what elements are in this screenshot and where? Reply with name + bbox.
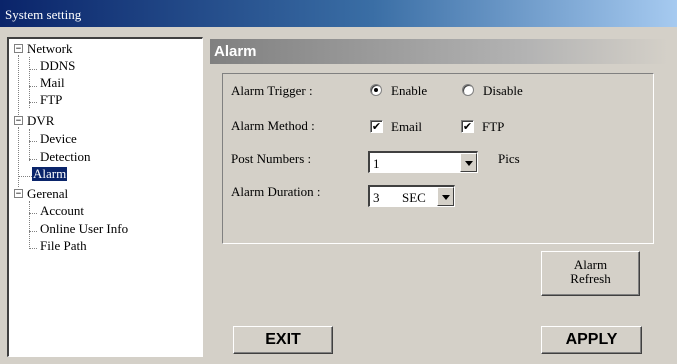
- tree-connector: [29, 57, 30, 108]
- tree-item-general[interactable]: Gerenal: [27, 187, 68, 201]
- tree-item-device[interactable]: Device: [40, 132, 77, 146]
- exit-button[interactable]: EXIT: [233, 326, 333, 354]
- post-numbers-select[interactable]: 1: [368, 151, 478, 173]
- tree-item-mail[interactable]: Mail: [40, 76, 65, 90]
- tree-connector: [29, 69, 37, 70]
- ftp-checkbox[interactable]: ✔: [461, 120, 474, 133]
- collapse-dvr-icon[interactable]: −: [14, 116, 23, 126]
- tree-item-detection[interactable]: Detection: [40, 150, 91, 164]
- tree-connector: [18, 176, 32, 177]
- alarm-refresh-label-line1: Alarm: [573, 257, 608, 272]
- alarm-method-label: Alarm Method :: [231, 118, 315, 133]
- post-numbers-unit: Pics: [498, 151, 520, 166]
- alarm-duration-value: 3: [373, 190, 380, 205]
- collapse-general-icon[interactable]: −: [14, 189, 23, 199]
- tree-item-account[interactable]: Account: [40, 204, 84, 218]
- ftp-checkbox-label[interactable]: FTP: [482, 119, 504, 135]
- window-title-bar: System setting: [0, 0, 677, 27]
- settings-tree[interactable]: − Network DDNS Mail FTP − DVR Device Det…: [7, 37, 203, 357]
- tree-item-ftp[interactable]: FTP: [40, 93, 62, 107]
- panel-header: Alarm: [210, 39, 668, 64]
- alarm-trigger-enable-label[interactable]: Enable: [391, 83, 427, 99]
- apply-button[interactable]: APPLY: [541, 326, 642, 354]
- tree-connector: [29, 248, 37, 249]
- alarm-trigger-label: Alarm Trigger :: [231, 83, 313, 98]
- alarm-refresh-button[interactable]: Alarm Refresh: [541, 251, 640, 296]
- tree-connector: [29, 213, 37, 214]
- email-checkbox-label[interactable]: Email: [391, 119, 422, 135]
- post-numbers-label: Post Numbers :: [231, 151, 312, 166]
- alarm-settings-group: Alarm Trigger : Enable Disable Alarm Met…: [222, 73, 654, 244]
- tree-item-dvr[interactable]: DVR: [27, 114, 54, 128]
- tree-item-ddns[interactable]: DDNS: [40, 59, 75, 73]
- tree-item-alarm[interactable]: Alarm: [32, 167, 68, 181]
- alarm-trigger-disable-label[interactable]: Disable: [483, 83, 523, 99]
- alarm-duration-select[interactable]: 3 SEC: [368, 185, 455, 207]
- tree-connector: [29, 201, 30, 249]
- alarm-trigger-disable-radio[interactable]: [462, 84, 474, 96]
- tree-connector: [29, 129, 30, 161]
- tree-connector: [18, 55, 19, 117]
- window-title: System setting: [5, 7, 82, 22]
- dropdown-arrow-icon[interactable]: [460, 153, 477, 172]
- alarm-trigger-enable-radio[interactable]: [370, 84, 382, 96]
- tree-connector: [29, 102, 37, 103]
- tree-connector: [29, 86, 37, 87]
- alarm-duration-unit: SEC: [402, 190, 426, 205]
- dropdown-arrow-icon[interactable]: [437, 187, 454, 206]
- collapse-network-icon[interactable]: −: [14, 44, 23, 54]
- tree-item-file-path[interactable]: File Path: [40, 239, 87, 253]
- post-numbers-value: 1: [373, 156, 380, 171]
- tree-connector: [29, 231, 37, 232]
- alarm-refresh-label-line2: Refresh: [570, 271, 611, 286]
- panel-title: Alarm: [214, 43, 257, 60]
- alarm-duration-label: Alarm Duration :: [231, 184, 321, 199]
- tree-connector: [29, 141, 37, 142]
- tree-item-online-user-info[interactable]: Online User Info: [40, 222, 128, 236]
- tree-item-network[interactable]: Network: [27, 42, 73, 56]
- email-checkbox[interactable]: ✔: [370, 120, 383, 133]
- tree-connector: [29, 159, 37, 160]
- tree-connector: [18, 127, 19, 187]
